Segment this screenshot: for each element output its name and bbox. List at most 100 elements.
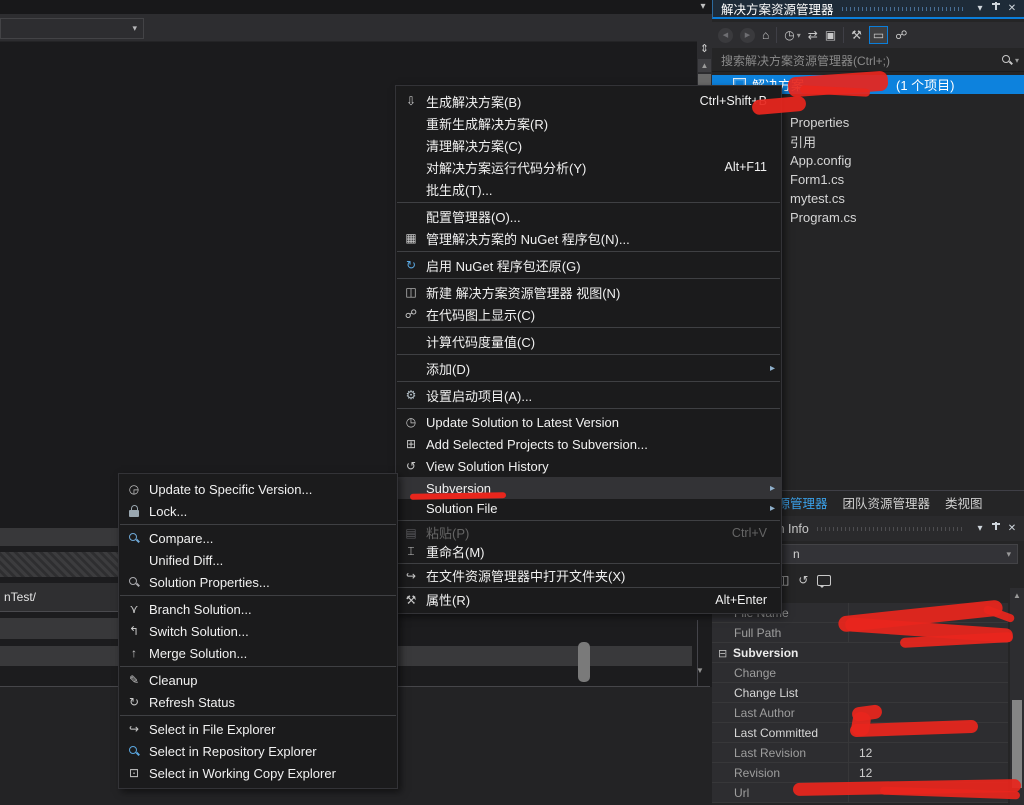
wrench-icon: ⚒ bbox=[396, 593, 426, 607]
menu-item-rebuild-solution[interactable]: 重新生成解决方案(R) bbox=[396, 112, 781, 134]
menu-item-enable-nuget-restore[interactable]: ↻启用 NuGet 程序包还原(G) bbox=[396, 254, 781, 276]
menu-item-add[interactable]: 添加(D)▸ bbox=[396, 357, 781, 379]
property-row-change[interactable]: Change bbox=[712, 663, 1008, 683]
menu-item-calculate-code-metrics[interactable]: 计算代码度量值(C) bbox=[396, 330, 781, 352]
menu-item-shortcut: Alt+F11 bbox=[725, 160, 768, 174]
menu-item-select-in-repository-explorer[interactable]: Select in Repository Explorer bbox=[119, 740, 397, 762]
menu-item-new-solution-explorer-view[interactable]: ◫新建 解决方案资源管理器 视图(N) bbox=[396, 281, 781, 303]
menu-item-update-to-specific-version[interactable]: ◶Update to Specific Version... bbox=[119, 478, 397, 500]
menu-item-configuration-manager[interactable]: 配置管理器(O)... bbox=[396, 205, 781, 227]
scrollbar-thumb[interactable] bbox=[1012, 700, 1022, 788]
chevron-down-icon[interactable]: ▾ bbox=[694, 0, 712, 14]
menu-item-label: Refresh Status bbox=[149, 695, 235, 710]
menu-item-update-solution-to-latest[interactable]: ◷Update Solution to Latest Version bbox=[396, 411, 781, 433]
pin-icon[interactable] bbox=[988, 521, 1004, 536]
pin-icon[interactable] bbox=[988, 1, 1004, 16]
menu-item-clean-solution[interactable]: 清理解决方案(C) bbox=[396, 134, 781, 156]
editor-combobox[interactable]: ▾ bbox=[0, 18, 144, 39]
property-label: ⊟Subversion bbox=[712, 646, 1002, 660]
sel-repo-icon bbox=[119, 745, 149, 757]
nuget-icon: ▦ bbox=[396, 231, 426, 245]
property-label: Last Committed bbox=[712, 726, 848, 740]
property-row-change-list[interactable]: Change List bbox=[712, 683, 1008, 703]
menu-item-solution-properties[interactable]: Solution Properties... bbox=[119, 571, 397, 593]
menu-item-add-selected-projects-to-subversion[interactable]: ⊞Add Selected Projects to Subversion... bbox=[396, 433, 781, 455]
panel-title: 解决方案资源管理器 bbox=[721, 0, 834, 18]
sync-with-active-document-icon[interactable]: ☍ bbox=[895, 28, 907, 42]
submenu-arrow-icon: ▸ bbox=[770, 503, 775, 514]
window-position-icon[interactable]: ▾ bbox=[972, 3, 988, 14]
tab-class-view[interactable]: 类视图 bbox=[945, 493, 983, 512]
background-window-bar-hatched bbox=[0, 552, 118, 577]
menu-item-label: Solution Properties... bbox=[149, 575, 270, 590]
open-folder-icon: ↪ bbox=[396, 569, 426, 583]
comment-icon[interactable] bbox=[817, 575, 831, 586]
property-row-last-revision[interactable]: Last Revision12 bbox=[712, 743, 1008, 763]
show-all-files-icon[interactable]: ▭ bbox=[869, 26, 888, 44]
menu-separator bbox=[120, 666, 396, 667]
solution-explorer-titlebar[interactable]: 解决方案资源管理器 ▾ ✕ bbox=[712, 0, 1024, 19]
chevron-down-icon[interactable]: ▾ bbox=[1015, 56, 1019, 65]
property-row-subversion[interactable]: ⊟Subversion bbox=[712, 643, 1008, 663]
menu-item-branch-solution[interactable]: ⋎Branch Solution... bbox=[119, 598, 397, 620]
history-icon[interactable]: ↺ bbox=[798, 573, 808, 587]
scroll-up-icon[interactable]: ▲ bbox=[698, 59, 711, 72]
menu-item-view-solution-history[interactable]: ↺View Solution History bbox=[396, 455, 781, 477]
menu-item-solution-file[interactable]: Solution File▸ bbox=[396, 499, 781, 518]
menu-item-run-code-analysis[interactable]: 对解决方案运行代码分析(Y)Alt+F11 bbox=[396, 156, 781, 178]
menu-item-subversion[interactable]: Subversion▸ bbox=[396, 477, 781, 499]
close-icon[interactable]: ✕ bbox=[1004, 523, 1020, 534]
menu-item-compare[interactable]: Compare... bbox=[119, 527, 397, 549]
scrollbar-thumb[interactable] bbox=[578, 642, 590, 682]
home-icon[interactable]: ⌂ bbox=[762, 28, 769, 42]
menu-item-show-on-code-map[interactable]: ☍在代码图上显示(C) bbox=[396, 303, 781, 325]
collapse-all-icon[interactable]: ▣ bbox=[825, 28, 836, 42]
search-icon[interactable] bbox=[1001, 54, 1013, 66]
menu-item-switch-solution[interactable]: ↰Switch Solution... bbox=[119, 620, 397, 642]
toolbar-separator bbox=[776, 27, 777, 43]
menu-item-batch-build[interactable]: 批生成(T)... bbox=[396, 178, 781, 200]
properties-icon[interactable]: ⚒ bbox=[851, 28, 862, 42]
menu-item-select-in-file-explorer[interactable]: ↪Select in File Explorer bbox=[119, 718, 397, 740]
menu-item-open-folder-in-file-explorer[interactable]: ↪在文件资源管理器中打开文件夹(X) bbox=[396, 566, 781, 585]
menu-item-manage-nuget-packages[interactable]: ▦管理解决方案的 NuGet 程序包(N)... bbox=[396, 227, 781, 249]
sel-wc-icon: ⊡ bbox=[119, 766, 149, 780]
editor-toolbar: ▾ bbox=[0, 14, 712, 42]
menu-item-select-in-working-copy-explorer[interactable]: ⊡Select in Working Copy Explorer bbox=[119, 762, 397, 784]
back-icon[interactable]: ◀ bbox=[718, 28, 733, 43]
menu-item-label: 配置管理器(O)... bbox=[426, 207, 521, 226]
menu-item-unified-diff[interactable]: Unified Diff... bbox=[119, 549, 397, 571]
tab-team-explorer[interactable]: 团队资源管理器 bbox=[843, 493, 931, 512]
cleanup-icon: ✎ bbox=[119, 673, 149, 687]
menu-separator bbox=[397, 408, 780, 409]
menu-item-properties[interactable]: ⚒属性(R)Alt+Enter bbox=[396, 590, 781, 609]
menu-separator bbox=[120, 524, 396, 525]
scroll-down-icon[interactable]: ▼ bbox=[693, 665, 707, 677]
property-label: Last Revision bbox=[712, 746, 848, 760]
sync-icon[interactable]: ⇄ bbox=[808, 28, 818, 42]
menu-item-cleanup[interactable]: ✎Cleanup bbox=[119, 669, 397, 691]
background-path-row: nTest/ bbox=[0, 583, 118, 612]
menu-item-refresh-status[interactable]: ↻Refresh Status bbox=[119, 691, 397, 713]
forward-icon[interactable]: ▶ bbox=[740, 28, 755, 43]
menu-item-merge-solution[interactable]: ↑Merge Solution... bbox=[119, 642, 397, 664]
collapse-icon[interactable]: ⊟ bbox=[718, 647, 730, 660]
menu-item-label: Select in File Explorer bbox=[149, 722, 275, 737]
build-icon: ⇩ bbox=[396, 94, 426, 108]
menu-item-rename[interactable]: ⌶重命名(M) bbox=[396, 542, 781, 561]
menu-item-set-startup-projects[interactable]: ⚙设置启动项目(A)... bbox=[396, 384, 781, 406]
menu-item-lock[interactable]: Lock... bbox=[119, 500, 397, 522]
menu-item-label: Unified Diff... bbox=[149, 553, 223, 568]
splitter-handle-icon[interactable]: ⇕ bbox=[697, 42, 712, 57]
pending-changes-icon[interactable]: ◷▾ bbox=[784, 28, 801, 42]
menu-item-build-solution[interactable]: ⇩生成解决方案(B)Ctrl+Shift+B bbox=[396, 90, 781, 112]
close-icon[interactable]: ✕ bbox=[1004, 3, 1020, 14]
menu-item-label: 批生成(T)... bbox=[426, 180, 492, 199]
chevron-down-icon: ▾ bbox=[132, 23, 137, 34]
window-position-icon[interactable]: ▾ bbox=[972, 523, 988, 534]
property-label: Change bbox=[712, 666, 848, 680]
scroll-up-icon[interactable]: ▲ bbox=[1010, 590, 1024, 602]
menu-item-label: 新建 解决方案资源管理器 视图(N) bbox=[426, 283, 620, 302]
menu-separator bbox=[120, 595, 396, 596]
search-input[interactable]: 搜索解决方案资源管理器(Ctrl+;) ▾ bbox=[712, 49, 1024, 72]
